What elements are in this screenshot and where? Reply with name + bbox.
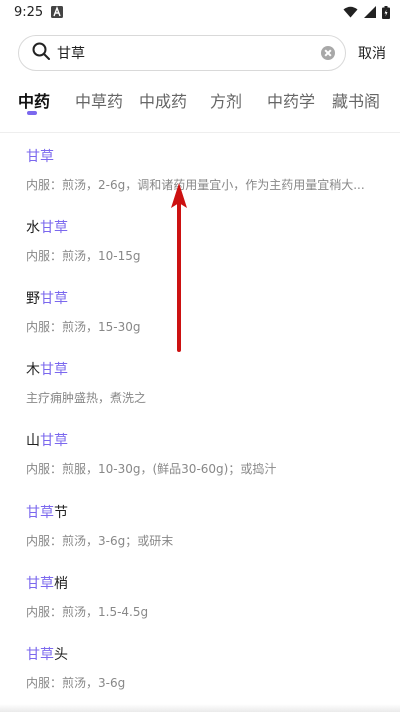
result-title: 甘草 <box>26 149 54 165</box>
list-item[interactable]: 甘草梢 内服：煎汤，1.5-4.5g <box>26 574 386 621</box>
result-title: 甘草节 <box>26 505 68 521</box>
search-input[interactable] <box>57 45 321 61</box>
tab-zhongchengyao[interactable]: 中成药 <box>139 88 187 112</box>
result-title: 山甘草 <box>26 433 68 449</box>
status-bar: 9:25 <box>0 0 400 24</box>
result-desc: 内服：煎汤，15-30g <box>26 320 141 334</box>
bottom-edge <box>0 704 400 712</box>
result-title: 水甘草 <box>26 220 68 236</box>
tab-cangshuge[interactable]: 藏书阁 <box>332 88 380 112</box>
result-desc: 主疗痈肿盛热，煮洗之 <box>26 391 147 405</box>
result-desc: 内服：煎汤，10-15g <box>26 249 141 263</box>
search-bar: 取消 <box>18 35 390 71</box>
tab-fangji[interactable]: 方剂 <box>210 88 242 112</box>
battery-icon <box>382 5 390 19</box>
list-item[interactable]: 山甘草 内服：煎服，10-30g，(鲜品30-60g)；或捣汁 <box>26 431 386 478</box>
result-title: 甘草头 <box>26 647 68 663</box>
list-item[interactable]: 木甘草 主疗痈肿盛热，煮洗之 <box>26 360 386 407</box>
list-item[interactable]: 甘草节 内服：煎汤，3-6g；或研末 <box>26 503 386 550</box>
result-desc: 内服：煎汤，2-6g，调和诸药用量宜小，作为主药用量宜稍大... <box>26 178 365 192</box>
cancel-button[interactable]: 取消 <box>358 43 386 63</box>
tab-zhongyaoxue[interactable]: 中药学 <box>267 88 315 112</box>
active-tab-indicator <box>27 111 37 115</box>
result-desc: 内服：煎汤，3-6g；或研末 <box>26 534 174 548</box>
signal-icon <box>364 6 376 18</box>
tab-zhongyao[interactable]: 中药 <box>18 88 50 112</box>
result-desc: 内服：煎服，10-30g，(鲜品30-60g)；或捣汁 <box>26 462 277 476</box>
result-desc: 内服：煎汤，1.5-4.5g <box>26 605 149 619</box>
wifi-icon <box>343 6 358 18</box>
list-item[interactable]: 甘草头 内服：煎汤，3-6g <box>26 645 386 692</box>
tabs-divider <box>0 132 400 133</box>
list-item[interactable]: 野甘草 内服：煎汤，15-30g <box>26 289 386 336</box>
notification-a-icon <box>51 6 64 18</box>
status-time: 9:25 <box>14 4 44 20</box>
result-title: 野甘草 <box>26 291 68 307</box>
result-desc: 内服：煎汤，3-6g <box>26 676 126 690</box>
result-title: 甘草梢 <box>26 576 68 592</box>
list-item[interactable]: 水甘草 内服：煎汤，10-15g <box>26 218 386 265</box>
list-item[interactable]: 甘草 内服：煎汤，2-6g，调和诸药用量宜小，作为主药用量宜稍大... <box>26 147 386 194</box>
result-title: 木甘草 <box>26 362 68 378</box>
clear-icon[interactable] <box>321 46 335 60</box>
category-tabs: 中药 中草药 中成药 方剂 中药学 藏书阁 <box>0 88 400 118</box>
search-box[interactable] <box>18 35 346 71</box>
search-icon <box>31 41 57 65</box>
tab-zhongcaoyao[interactable]: 中草药 <box>75 88 123 112</box>
